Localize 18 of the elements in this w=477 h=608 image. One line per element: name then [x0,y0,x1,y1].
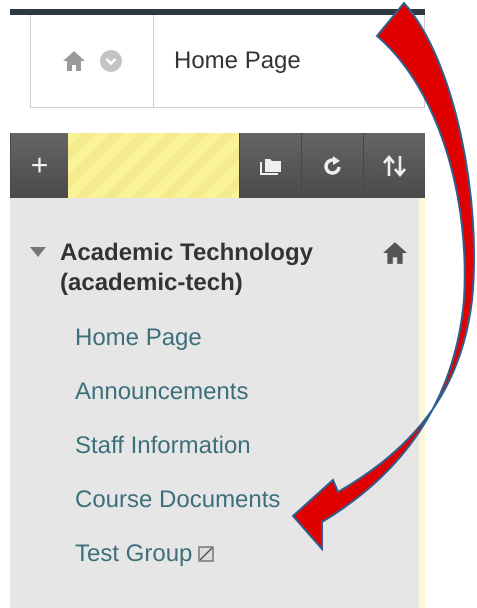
menu-link[interactable]: Staff Information [75,432,251,460]
menu-link[interactable]: Course Documents [75,486,280,514]
refresh-button[interactable] [301,133,363,198]
folder-button[interactable] [239,133,301,198]
sort-button[interactable] [363,133,425,198]
page-title: Home Page [174,47,301,75]
home-icon[interactable] [62,50,86,72]
course-title: Academic Technology (academic-tech) [60,238,314,298]
sort-arrows-icon [382,154,406,176]
menu-link[interactable]: Home Page [75,324,202,352]
refresh-icon [322,156,342,176]
menu-link[interactable]: Test Group [75,540,214,568]
crossed-box-icon [198,546,214,562]
home-icon[interactable] [381,241,409,265]
folder-icon [260,156,282,174]
menu-link[interactable]: Announcements [75,378,248,406]
caret-down-icon[interactable] [30,247,46,259]
add-button[interactable]: + [10,133,68,198]
